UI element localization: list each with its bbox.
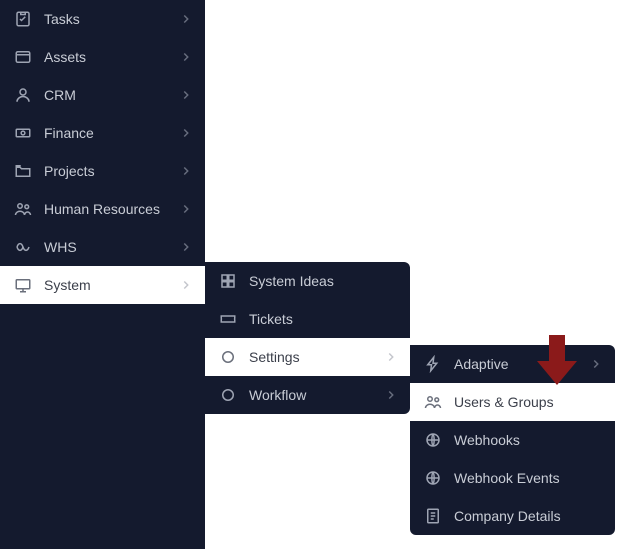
flyout-item-label: System Ideas	[249, 273, 398, 289]
flyout-system: System Ideas Tickets Settings Workflow	[205, 262, 410, 414]
sidebar-item-label: WHS	[44, 239, 179, 255]
ticket-icon	[219, 310, 237, 328]
hr-icon	[14, 200, 32, 218]
chevron-right-icon	[589, 357, 603, 371]
flyout-settings: Adaptive Users & Groups Webhooks Webhook…	[410, 345, 615, 535]
sidebar-item-system[interactable]: System	[0, 266, 205, 304]
flyout-item-tickets[interactable]: Tickets	[205, 300, 410, 338]
chevron-right-icon	[179, 278, 193, 292]
flyout-item-label: Workflow	[249, 387, 384, 403]
flyout-item-label: Users & Groups	[454, 394, 603, 410]
whs-icon	[14, 238, 32, 256]
chevron-right-icon	[179, 126, 193, 140]
chevron-right-icon	[179, 164, 193, 178]
system-icon	[14, 276, 32, 294]
flyout-item-webhook-events[interactable]: Webhook Events	[410, 459, 615, 497]
chevron-right-icon	[179, 12, 193, 26]
globe-icon	[424, 431, 442, 449]
sidebar-item-human-resources[interactable]: Human Resources	[0, 190, 205, 228]
grid-icon	[219, 272, 237, 290]
sidebar-item-label: CRM	[44, 87, 179, 103]
flyout-item-label: Tickets	[249, 311, 398, 327]
circle-icon	[219, 348, 237, 366]
chevron-right-icon	[179, 50, 193, 64]
chevron-right-icon	[179, 88, 193, 102]
flyout-item-label: Webhooks	[454, 432, 603, 448]
bolt-icon	[424, 355, 442, 373]
users-icon	[424, 393, 442, 411]
sidebar-item-tasks[interactable]: Tasks	[0, 0, 205, 38]
chevron-right-icon	[384, 350, 398, 364]
sidebar-nav: Tasks Assets CRM Finance	[0, 0, 205, 549]
finance-icon	[14, 124, 32, 142]
crm-icon	[14, 86, 32, 104]
flyout-item-webhooks[interactable]: Webhooks	[410, 421, 615, 459]
sidebar-item-assets[interactable]: Assets	[0, 38, 205, 76]
globe-icon	[424, 469, 442, 487]
chevron-right-icon	[384, 388, 398, 402]
sidebar-item-crm[interactable]: CRM	[0, 76, 205, 114]
flyout-item-label: Webhook Events	[454, 470, 603, 486]
flyout-item-system-ideas[interactable]: System Ideas	[205, 262, 410, 300]
tasks-icon	[14, 10, 32, 28]
sidebar-item-finance[interactable]: Finance	[0, 114, 205, 152]
assets-icon	[14, 48, 32, 66]
doc-icon	[424, 507, 442, 525]
circle-icon	[219, 386, 237, 404]
sidebar-item-label: Tasks	[44, 11, 179, 27]
flyout-item-company-details[interactable]: Company Details	[410, 497, 615, 535]
sidebar-item-label: Assets	[44, 49, 179, 65]
projects-icon	[14, 162, 32, 180]
flyout-item-workflow[interactable]: Workflow	[205, 376, 410, 414]
sidebar-item-label: Finance	[44, 125, 179, 141]
sidebar-item-projects[interactable]: Projects	[0, 152, 205, 190]
sidebar-item-label: Projects	[44, 163, 179, 179]
flyout-item-label: Company Details	[454, 508, 603, 524]
sidebar-item-label: System	[44, 277, 179, 293]
flyout-item-settings[interactable]: Settings	[205, 338, 410, 376]
flyout-item-adaptive[interactable]: Adaptive	[410, 345, 615, 383]
flyout-item-label: Settings	[249, 349, 384, 365]
chevron-right-icon	[179, 240, 193, 254]
flyout-item-label: Adaptive	[454, 356, 589, 372]
sidebar-item-whs[interactable]: WHS	[0, 228, 205, 266]
flyout-item-users-groups[interactable]: Users & Groups	[410, 383, 615, 421]
sidebar-item-label: Human Resources	[44, 201, 179, 217]
chevron-right-icon	[179, 202, 193, 216]
